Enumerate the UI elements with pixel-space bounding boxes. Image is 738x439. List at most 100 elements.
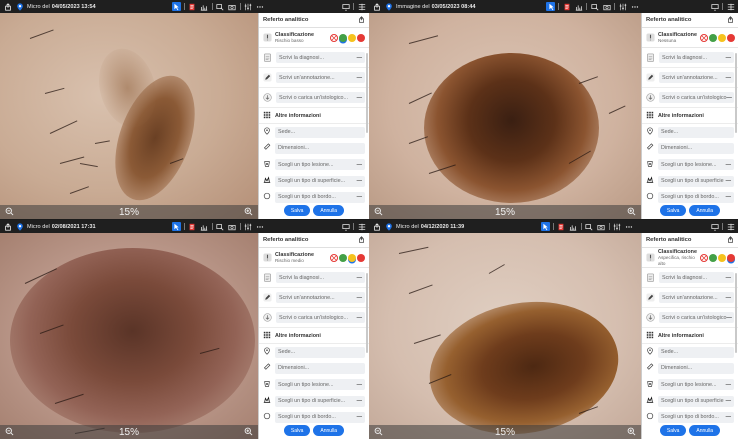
collapse-icon[interactable]: — (726, 398, 731, 404)
collapse-icon[interactable]: — (727, 315, 732, 321)
more-icon[interactable] (256, 222, 265, 231)
lesion-type-select[interactable]: Scegli un tipo lesione... — (658, 379, 734, 391)
border-type-select[interactable]: Scegli un tipo di bordo... — (275, 191, 365, 203)
low-risk-face-icon[interactable] (339, 33, 347, 42)
collapse-icon[interactable]: — (726, 75, 731, 81)
histology-field[interactable]: Scrivi o carica un'istologico — (659, 92, 734, 103)
site-field[interactable]: Sede... (658, 126, 734, 138)
monitor-icon[interactable] (341, 222, 350, 231)
split-grid-icon[interactable] (357, 2, 366, 11)
collapse-icon[interactable]: — (726, 162, 731, 168)
collapse-icon[interactable]: — (726, 194, 731, 200)
share-icon[interactable] (372, 2, 381, 11)
collapse-icon[interactable]: — (357, 414, 362, 420)
share-report-icon[interactable] (727, 15, 734, 25)
collapse-icon[interactable]: — (357, 315, 362, 321)
annotation-field[interactable]: Scrivi un'annotazione... — (276, 292, 365, 303)
collapse-icon[interactable]: — (357, 398, 362, 404)
share-report-icon[interactable] (358, 235, 365, 245)
zoom-out-icon[interactable] (5, 427, 14, 438)
site-field[interactable]: Sede... (658, 346, 734, 358)
zoom-in-icon[interactable] (627, 427, 636, 438)
more-info-header[interactable]: Altre informazioni (259, 108, 369, 124)
high-risk-face-icon[interactable] (726, 33, 735, 42)
zoom-in-icon[interactable] (244, 207, 253, 218)
chart-icon[interactable] (200, 222, 209, 231)
annotation-field[interactable]: Scrivi un'annotazione... — (659, 292, 734, 303)
monitor-icon[interactable] (710, 2, 719, 11)
collapse-icon[interactable]: — (726, 55, 731, 61)
dimensions-field[interactable]: Dimensioni... (658, 362, 734, 374)
border-type-select[interactable]: Scegli un tipo di bordo... — (275, 411, 365, 423)
surface-type-select[interactable]: Scegli un tipo di superficie — (658, 395, 734, 407)
monitor-icon[interactable] (710, 222, 719, 231)
dimensions-field[interactable]: Dimensioni... (275, 142, 365, 154)
no-risk-face-icon[interactable] (699, 253, 708, 262)
zoom-in-icon[interactable] (244, 427, 253, 438)
lesion-type-select[interactable]: Scegli un tipo lesione... — (658, 159, 734, 171)
compare-icon[interactable] (590, 2, 599, 11)
histology-field[interactable]: Scrivi o carica un'istologico... — (276, 312, 365, 323)
save-button[interactable]: Salva (283, 205, 311, 216)
compare-icon[interactable] (216, 2, 225, 11)
cancel-button[interactable]: Annulla (689, 205, 721, 216)
collapse-icon[interactable]: — (357, 382, 362, 388)
dermoscopy-image[interactable]: 15% (369, 233, 641, 439)
site-field[interactable]: Sede... (275, 346, 365, 358)
adjust-icon[interactable] (618, 2, 627, 11)
save-button[interactable]: Salva (659, 205, 687, 216)
more-info-header[interactable]: Altre informazioni (259, 328, 369, 344)
more-icon[interactable] (256, 2, 265, 11)
camera-icon[interactable] (228, 2, 237, 11)
collapse-icon[interactable]: — (726, 295, 731, 301)
collapse-icon[interactable]: — (357, 178, 362, 184)
collapse-icon[interactable]: — (727, 95, 732, 101)
more-icon[interactable] (630, 2, 639, 11)
report-icon[interactable] (557, 222, 566, 231)
high-risk-face-icon[interactable] (357, 33, 365, 42)
dermoscopy-image[interactable]: 15% (369, 13, 641, 219)
diagnosis-field[interactable]: Scrivi la diagnosi... — (276, 52, 365, 63)
dermoscopy-image[interactable]: 15% (0, 13, 258, 219)
collapse-icon[interactable]: — (357, 194, 362, 200)
collapse-icon[interactable]: — (726, 414, 731, 420)
save-button[interactable]: Salva (659, 425, 687, 436)
collapse-icon[interactable]: — (357, 162, 362, 168)
collapse-icon[interactable]: — (357, 55, 362, 61)
share-icon[interactable] (3, 222, 12, 231)
split-grid-icon[interactable] (726, 222, 735, 231)
chart-icon[interactable] (569, 222, 578, 231)
panel-scrollbar[interactable] (735, 53, 737, 133)
histology-field[interactable]: Scrivi o carica un'istologico — (659, 312, 734, 323)
histology-field[interactable]: Scrivi o carica un'istologico... — (276, 92, 365, 103)
panel-scrollbar[interactable] (366, 53, 368, 133)
cancel-button[interactable]: Annulla (313, 425, 345, 436)
pointer-tool-icon[interactable] (171, 2, 181, 11)
more-info-header[interactable]: Altre informazioni (642, 108, 738, 124)
report-icon[interactable] (188, 2, 197, 11)
adjust-icon[interactable] (244, 222, 253, 231)
high-risk-face-icon[interactable] (726, 253, 735, 262)
camera-icon[interactable] (602, 2, 611, 11)
report-icon[interactable] (562, 2, 571, 11)
panel-scrollbar[interactable] (735, 273, 737, 353)
site-field[interactable]: Sede... (275, 126, 365, 138)
zoom-out-icon[interactable] (374, 427, 383, 438)
no-risk-face-icon[interactable] (330, 253, 338, 262)
collapse-icon[interactable]: — (357, 295, 362, 301)
border-type-select[interactable]: Scegli un tipo di bordo... — (658, 411, 734, 423)
compare-icon[interactable] (216, 222, 225, 231)
compare-icon[interactable] (585, 222, 594, 231)
split-grid-icon[interactable] (726, 2, 735, 11)
diagnosis-field[interactable]: Scrivi la diagnosi... — (659, 272, 734, 283)
panel-scrollbar[interactable] (366, 273, 368, 353)
diagnosis-field[interactable]: Scrivi la diagnosi... — (659, 52, 734, 63)
low-risk-face-icon[interactable] (339, 253, 347, 262)
medium-risk-face-icon[interactable] (348, 253, 356, 262)
dimensions-field[interactable]: Dimensioni... (275, 362, 365, 374)
collapse-icon[interactable]: — (357, 75, 362, 81)
more-info-header[interactable]: Altre informazioni (642, 328, 738, 344)
dermoscopy-image[interactable]: 15% (0, 233, 258, 439)
medium-risk-face-icon[interactable] (348, 33, 356, 42)
zoom-in-icon[interactable] (627, 207, 636, 218)
